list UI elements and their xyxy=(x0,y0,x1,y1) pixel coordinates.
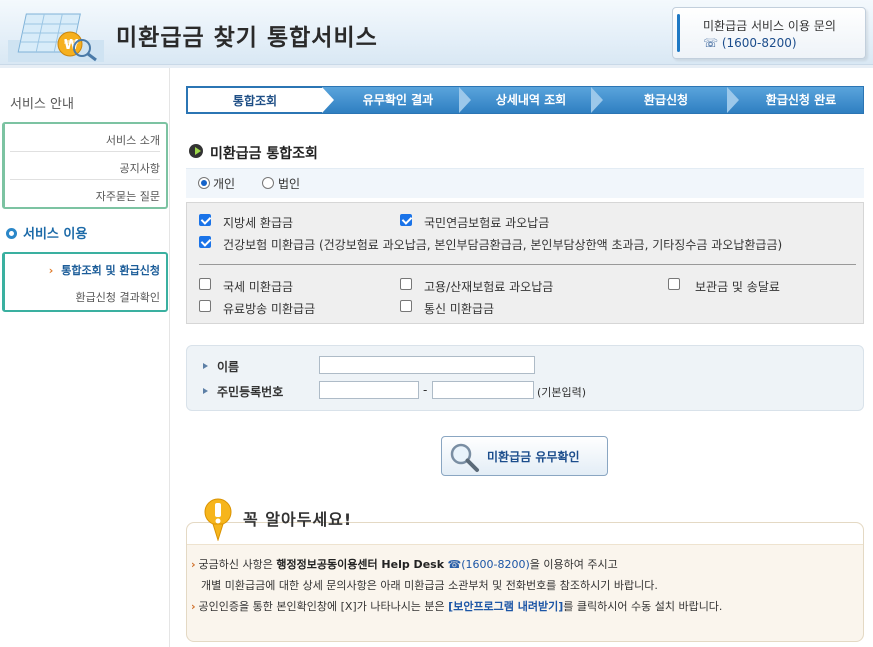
section-play-icon xyxy=(189,144,203,158)
phone-icon: ☏ xyxy=(703,36,722,50)
notice-line-1-text: 궁금하신 사항은 xyxy=(198,558,277,571)
radio-individual-label: 개인 xyxy=(213,177,236,191)
sidebar-section-service-use-label: 서비스 이용 xyxy=(23,227,88,242)
site-title: 미환급금 찾기 통합서비스 xyxy=(116,25,378,51)
refund-type-panel: 지방세 환급금 국민연금보험료 과오납금 건강보험 미환급금 (건강보험료 과오… xyxy=(186,202,864,324)
radio-corporation[interactable] xyxy=(262,177,274,189)
sidebar-item-notice[interactable]: 공지사항 xyxy=(10,160,160,180)
contact-phone-number: (1600-8200) xyxy=(721,36,797,50)
step-arrow-icon xyxy=(322,87,334,113)
checkbox-paid-broadcast-label: 유료방송 미환급금 xyxy=(223,302,316,316)
notice-line-3: › 공인인증을 통한 본인확인창에 [X]가 나타나시는 분은 [보안프로그램 내… xyxy=(191,598,722,614)
panel-divider xyxy=(199,264,856,265)
bullet-arrow-icon: › xyxy=(191,600,196,613)
sidebar-item-service-intro[interactable]: 서비스 소개 xyxy=(10,132,160,152)
checkbox-telecom[interactable] xyxy=(400,300,412,312)
notice-line-2: 개별 미환급금에 대한 상세 문의사항은 아래 미환급금 소관부처 및 전화번호… xyxy=(201,579,658,592)
step-arrow-icon xyxy=(591,87,603,113)
checkbox-health-insurance[interactable] xyxy=(199,236,211,248)
help-desk-name: 행정정보공동이용센터 Help Desk xyxy=(276,558,445,571)
step-arrow-icon xyxy=(459,87,471,113)
section-title: 미환급금 통합조회 xyxy=(210,146,318,162)
sidebar-item-search-refund[interactable]: › 통합조회 및 환급신청 xyxy=(10,262,160,278)
svg-text:₩: ₩ xyxy=(64,38,79,53)
notice-line-1-tail: 을 이용하여 주시고 xyxy=(529,558,618,571)
help-desk-phone: (1600-8200) xyxy=(461,558,530,571)
download-security-program-link[interactable]: [보안프로그램 내려받기] xyxy=(448,600,563,613)
check-refund-button-label-rest: 유무확인 xyxy=(531,450,580,464)
sidebar-section-service-use: 서비스 이용 xyxy=(6,223,87,242)
checkbox-deposit-fees[interactable] xyxy=(668,278,680,290)
notice-line-3-text: 공인인증을 통한 본인확인창에 [X]가 나타나시는 분은 xyxy=(198,600,449,613)
chevron-right-icon: › xyxy=(48,264,54,277)
checkbox-local-tax[interactable] xyxy=(199,214,211,226)
step-integrated-search: 통합조회 xyxy=(187,87,323,113)
checkbox-national-pension-label: 국민연금보험료 과오납금 xyxy=(424,216,550,230)
step-existence-result: 유무확인 결과 xyxy=(362,93,434,107)
bullet-icon xyxy=(6,228,17,239)
sidebar-section-service-info: 서비스 안내 xyxy=(10,97,74,112)
checkbox-national-pension[interactable] xyxy=(400,214,412,226)
bullet-arrow-icon xyxy=(203,363,208,369)
checkbox-national-tax[interactable] xyxy=(199,278,211,290)
check-refund-button-label: 미환급금 유무확인 xyxy=(487,448,580,465)
resident-number-back-input[interactable] xyxy=(432,381,534,399)
magnifier-icon xyxy=(450,443,479,472)
sidebar-item-refund-result[interactable]: 환급신청 결과확인 xyxy=(10,289,160,305)
identity-form: 이름 주민등록번호 - (기본입력) xyxy=(186,345,864,411)
checkbox-deposit-fees-label: 보관금 및 송달료 xyxy=(695,280,780,294)
checkbox-telecom-label: 통신 미환급금 xyxy=(424,302,495,316)
progress-steps: 통합조회 유무확인 결과 상세내역 조회 환급신청 환급신청 완료 xyxy=(186,86,864,114)
step-refund-complete: 환급신청 완료 xyxy=(765,93,837,107)
resident-number-front-input[interactable] xyxy=(319,381,419,399)
sidebar-use-menu: › 통합조회 및 환급신청 환급신청 결과확인 xyxy=(2,252,168,312)
contact-box: 미환급금 서비스 이용 문의 ☏ (1600-8200) xyxy=(672,7,866,59)
notice-box: › 궁금하신 사항은 행정정보공동이용센터 Help Desk ☎(1600-82… xyxy=(186,522,864,642)
step-refund-request: 환급신청 xyxy=(643,93,689,107)
notice-line-1: › 궁금하신 사항은 행정정보공동이용센터 Help Desk ☎(1600-82… xyxy=(191,556,618,572)
checkbox-paid-broadcast[interactable] xyxy=(199,300,211,312)
checkbox-local-tax-label: 지방세 환급금 xyxy=(223,216,294,230)
taxpayer-type-row: 개인 법인 xyxy=(186,168,864,198)
resident-number-hint: (기본입력) xyxy=(537,386,587,399)
resident-number-dash: - xyxy=(423,383,428,397)
contact-phone: ☏ (1600-8200) xyxy=(703,36,797,50)
step-detail-search: 상세내역 조회 xyxy=(495,93,567,107)
checkbox-employment-insurance-label: 고용/산재보험료 과오납금 xyxy=(424,280,554,294)
notice-line-3-tail: 를 클릭하시어 수동 설치 바랍니다. xyxy=(563,600,723,613)
notice-title: 꼭 알아두세요! xyxy=(243,510,353,529)
radio-individual[interactable] xyxy=(198,177,210,189)
check-refund-button[interactable]: 미환급금 유무확인 xyxy=(441,436,608,476)
sidebar-item-faq[interactable]: 자주묻는 질문 xyxy=(10,188,160,207)
radio-corporation-label: 법인 xyxy=(278,177,301,191)
lightbulb-icon xyxy=(204,498,232,541)
checkbox-national-tax-label: 국세 미환급금 xyxy=(223,280,294,294)
calculator-logo-icon: ₩ xyxy=(8,13,104,62)
checkbox-employment-insurance[interactable] xyxy=(400,278,412,290)
name-label: 이름 xyxy=(217,360,240,374)
resident-number-label: 주민등록번호 xyxy=(217,385,284,399)
header: ₩ 미환급금 찾기 통합서비스 미환급금 서비스 이용 문의 ☏ (1600-8… xyxy=(0,0,873,65)
checkbox-health-insurance-label: 건강보험 미환급금 (건강보험료 과오납금, 본인부담금환급금, 본인부담상한액… xyxy=(223,238,783,252)
sidebar-info-menu: 서비스 소개 공지사항 자주묻는 질문 xyxy=(2,122,168,209)
step-arrow-icon xyxy=(727,87,739,113)
phone-icon: ☎ xyxy=(447,558,462,571)
contact-title: 미환급금 서비스 이용 문의 xyxy=(703,19,836,33)
check-refund-button-label-bold: 미환급금 xyxy=(487,450,532,464)
bullet-arrow-icon xyxy=(203,388,208,394)
bullet-arrow-icon: › xyxy=(191,558,196,571)
name-input[interactable] xyxy=(319,356,535,374)
sidebar: 서비스 안내 서비스 소개 공지사항 자주묻는 질문 서비스 이용 › 통합조회 … xyxy=(0,68,170,647)
sidebar-item-search-refund-label: 통합조회 및 환급신청 xyxy=(61,264,160,277)
contact-accent-bar xyxy=(677,14,680,52)
